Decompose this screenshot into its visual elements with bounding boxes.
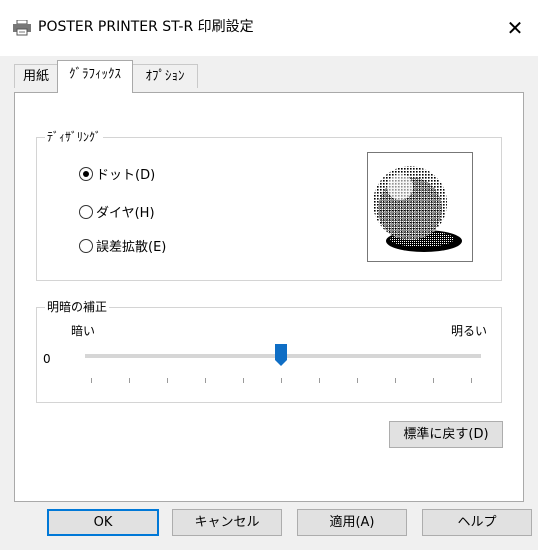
help-button[interactable]: ヘルプ [422, 509, 532, 536]
brightness-group-title: 明暗の補正 [45, 299, 110, 315]
slider-tick [91, 378, 92, 383]
ok-button[interactable]: OK [47, 509, 159, 536]
printer-icon [13, 20, 31, 36]
tab-strip: 用紙 ｸﾞﾗﾌｨｯｸｽ ｵﾌﾟｼｮﾝ [14, 60, 524, 93]
tab-paper[interactable]: 用紙 [14, 64, 58, 88]
dithering-group: ﾃﾞｨｻﾞﾘﾝｸﾞ ドット(D) ダイヤ(H) 誤差拡散(E) [36, 129, 502, 281]
slider-tick [129, 378, 130, 383]
dither-error-diffusion-option[interactable]: 誤差拡散(E) [79, 236, 166, 255]
dark-label: 暗い [71, 324, 96, 338]
radio-dot[interactable] [79, 166, 93, 181]
dither-dot-option[interactable]: ドット(D) [79, 164, 155, 183]
dither-diamond-label: ダイヤ(H) [96, 206, 155, 221]
tab-graphics[interactable]: ｸﾞﾗﾌｨｯｸｽ [57, 60, 133, 93]
cancel-button[interactable]: キャンセル [172, 509, 282, 536]
slider-tick [433, 378, 434, 383]
close-button[interactable]: ✕ [492, 0, 538, 56]
dithered-sphere-image [373, 166, 462, 252]
dither-preview-image [367, 152, 473, 262]
apply-button[interactable]: 適用(A) [297, 509, 407, 536]
window-title: POSTER PRINTER ST-R 印刷設定 [38, 19, 254, 35]
dither-diamond-option[interactable]: ダイヤ(H) [79, 202, 155, 221]
slider-tick [395, 378, 396, 383]
brightness-group: 明暗の補正 暗い 明るい 0 [36, 299, 502, 403]
graphics-panel: ﾃﾞｨｻﾞﾘﾝｸﾞ ドット(D) ダイヤ(H) 誤差拡散(E) 明暗の補正 暗い… [14, 92, 524, 502]
dither-dot-label: ドット(D) [96, 168, 156, 183]
dithering-group-title: ﾃﾞｨｻﾞﾘﾝｸﾞ [45, 129, 104, 145]
slider-tick [205, 378, 206, 383]
slider-tick [281, 378, 282, 383]
slider-tick [167, 378, 168, 383]
brightness-slider-thumb[interactable] [275, 344, 287, 366]
slider-tick [319, 378, 320, 383]
brightness-value: 0 [43, 352, 51, 366]
title-bar: POSTER PRINTER ST-R 印刷設定 ✕ [0, 0, 538, 56]
radio-diamond[interactable] [79, 204, 93, 219]
slider-tick [357, 378, 358, 383]
slider-tick [243, 378, 244, 383]
bright-label: 明るい [450, 324, 487, 338]
radio-error-diffusion[interactable] [79, 238, 93, 253]
close-icon: ✕ [506, 16, 524, 40]
slider-tick [471, 378, 472, 383]
dither-error-diffusion-label: 誤差拡散(E) [96, 240, 167, 255]
tab-options[interactable]: ｵﾌﾟｼｮﾝ [132, 64, 198, 88]
reset-defaults-button[interactable]: 標準に戻す(D) [389, 421, 503, 448]
